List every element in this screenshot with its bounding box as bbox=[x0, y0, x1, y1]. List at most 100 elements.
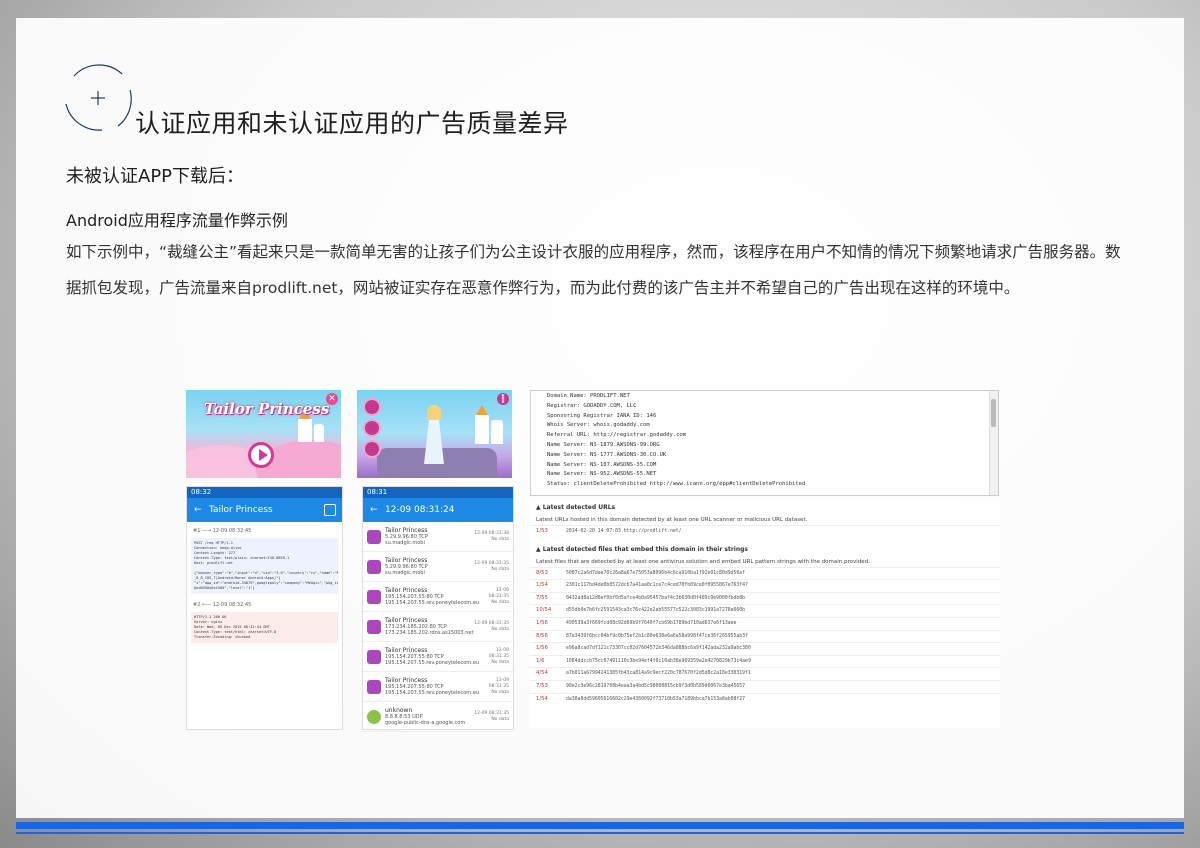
detection-score: 1/54 bbox=[536, 582, 548, 589]
detection-score: 1/53 bbox=[536, 528, 548, 534]
app-icon bbox=[367, 589, 381, 604]
detection-value: a7b011a67994241305fb43ca814a9c9ecf220c78… bbox=[566, 671, 751, 677]
app-icon bbox=[367, 619, 381, 634]
detection-score: 10/54 bbox=[536, 607, 552, 614]
detection-value: da30a0dd59605616602c29e4360092f73710b53a… bbox=[566, 696, 746, 702]
detection-value: 2301c117bd4de0b0572dcb7a41aa0c1ce7c4ced7… bbox=[566, 583, 748, 589]
urls-heading: ▲ Latest detected URLs bbox=[536, 504, 616, 511]
detection-score: 7/55 bbox=[536, 594, 548, 601]
row-data: No data bbox=[491, 599, 509, 605]
whois-panel: Domain Name: PRODLIFT.NET Registrar: GOD… bbox=[530, 390, 999, 496]
plus-circle-icon bbox=[65, 64, 132, 131]
connection-row[interactable]: Tailor Princess 195.154.207.55:80 TCP 195.… bbox=[363, 672, 513, 702]
app-icon bbox=[367, 649, 381, 664]
detection-row: 1/54 2301c117bd4de0b0572dcb7a41aa0c1ce7c4… bbox=[530, 579, 1000, 592]
request-header: #1 —→ 12-09 08:32:45 bbox=[193, 528, 252, 534]
body-paragraph: 如下示例中，“裁缝公主”看起来只是一款简单无害的让孩子们为公主设计衣服的应用程序… bbox=[66, 243, 1121, 297]
detection-value: e96a8cad7df121c73307cc02d7604572b346da08… bbox=[566, 646, 751, 652]
row-time: 12-09 08:31:35 bbox=[488, 587, 509, 599]
detection-value: 1084ddccb75cc07491110c3be94ef4f6c10ab36e… bbox=[566, 658, 751, 664]
row-data: No data bbox=[491, 659, 509, 665]
detection-value: 87e3439f6bcc04bf9c0b75ef2b1c80e638e6a6a5… bbox=[566, 633, 748, 639]
whois-text: Domain Name: PRODLIFT.NET Registrar: GOD… bbox=[547, 393, 806, 488]
row-host: 195.154.207.55.rev.poneytelecom.eu bbox=[385, 659, 479, 666]
subtitle: 未被认证APP下载后： bbox=[66, 166, 245, 187]
app-bar-title: Tailor Princess bbox=[209, 505, 273, 515]
row-host: su.madgic.mobi bbox=[385, 539, 425, 546]
row-data: No data bbox=[491, 716, 509, 722]
app-bar: ← 12-09 08:31:24 bbox=[363, 498, 513, 522]
detection-value: 2014-02-20 14:07:03 http://prodlift.net/ bbox=[566, 529, 682, 534]
app-icon bbox=[367, 679, 381, 694]
section-heading: Android应用程序流量作弊示例 bbox=[66, 211, 288, 230]
row-data: No data bbox=[491, 626, 509, 632]
row-time: 12-09 08:31:38 bbox=[474, 530, 509, 536]
files-desc: Latest files that are detected by at lea… bbox=[536, 558, 870, 565]
row-time: 12-09 08:31:35 bbox=[474, 620, 509, 626]
detection-score: 1/56 bbox=[536, 619, 548, 626]
detection-row: 7/53 90e2c3e96c2819708b4eaa3a4bd5c9800881… bbox=[530, 679, 1000, 693]
detection-value: 90e2c3e96c2819708b4eaa3a4bd5c98008815cb9… bbox=[566, 683, 746, 689]
detection-report: ▲ Latest detected URLs Latest URLs hoste… bbox=[530, 500, 1000, 728]
row-time: 12-09 08:31:35 bbox=[488, 677, 509, 689]
connection-row[interactable]: unknown 8.8.8.8:53 UDP google-public-dns-a… bbox=[363, 702, 513, 732]
connection-row[interactable]: Tailor Princess 5.29.9.96:80 TCP su.madgic… bbox=[363, 552, 513, 582]
detection-score: 8/56 bbox=[536, 632, 548, 639]
detection-score: 7/53 bbox=[536, 682, 548, 689]
detection-row: 1/56 490539a3f669fcd08c92d69b9f7640f7cb69… bbox=[530, 616, 1000, 630]
connection-row[interactable]: Tailor Princess 173.234.185.202:80 TCP 173… bbox=[363, 612, 513, 642]
detection-row: 7/55 0432ad8a12d8ef0bf0d5afce4b0a95457baf… bbox=[530, 591, 1000, 605]
connection-list-phone: 08:31 ← 12-09 08:31:24 Tailor Princess 5.… bbox=[362, 486, 514, 732]
footer-bar bbox=[16, 822, 1184, 829]
app-bar-title: 12-09 08:31:24 bbox=[385, 505, 455, 515]
connection-row[interactable]: Tailor Princess 5.29.9.96:80 TCP su.madgic… bbox=[363, 522, 513, 552]
response-header: #2 ←— 12-09 08:32:45 bbox=[193, 602, 252, 608]
detection-row: 10/54 d55db0e7b6fc2591543ca3c76c422e2ab55… bbox=[530, 604, 1000, 617]
detection-row: 1/53 2014-02-20 14:07:03 http://prodlift.… bbox=[530, 525, 1000, 538]
row-host: google-public-dns-a.google.com bbox=[385, 719, 466, 726]
detection-value: 490539a3f669fcd08c92d69b9f7640f7cb69b178… bbox=[566, 620, 737, 626]
detection-value: 5087c2a6d7dae70c26a8a67e75053a8096b4c6ca… bbox=[566, 570, 746, 576]
row-host: 195.154.207.55.rev.poneytelecom.eu bbox=[385, 689, 479, 696]
app-icon bbox=[367, 559, 381, 574]
princess-icon bbox=[424, 405, 444, 464]
urls-desc: Latest URLs hosted in this domain detect… bbox=[536, 517, 808, 523]
row-data: No data bbox=[491, 566, 509, 572]
detection-value: d55db0e7b6fc2591543ca3c76c422e2ab55577c5… bbox=[566, 608, 746, 614]
connection-row[interactable]: Tailor Princess 195.154.207.55:80 TCP 195.… bbox=[363, 642, 513, 672]
app-icon bbox=[367, 529, 381, 544]
scrollbar bbox=[989, 391, 998, 495]
detection-row: 1/6 1084ddccb75cc07491110c3be94ef4f6c10ab… bbox=[530, 654, 1000, 668]
status-bar: 08:31 bbox=[363, 487, 513, 498]
detection-row: 4/54 a7b011a67994241305fb43ca814a9c9ecf22… bbox=[530, 667, 1000, 680]
footer-line bbox=[16, 832, 1184, 834]
status-bar: 08:32 bbox=[187, 487, 342, 498]
pause-icon: ‖ bbox=[497, 393, 509, 405]
detection-value: 0432ad8a12d8ef0bf0d5afce4b0a95457baf4c3b… bbox=[566, 595, 746, 601]
row-time: 12-09 08:31:35 bbox=[474, 710, 509, 716]
play-icon bbox=[248, 442, 274, 468]
row-host: su.madgic.mobi bbox=[385, 569, 425, 576]
back-icon: ← bbox=[194, 505, 202, 515]
game-dressing-screen: ‖ bbox=[357, 390, 512, 478]
app-icon bbox=[367, 709, 381, 724]
connection-list: Tailor Princess 5.29.9.96:80 TCP su.madgic… bbox=[363, 522, 513, 732]
game-logo: Tailor Princess bbox=[204, 400, 330, 418]
connection-row[interactable]: Tailor Princess 195.154.207.55:80 TCP 195.… bbox=[363, 582, 513, 612]
detection-score: 4/54 bbox=[536, 670, 548, 677]
detection-score: 1/54 bbox=[536, 695, 548, 702]
row-host: 195.154.207.55.rev.poneytelecom.eu bbox=[385, 599, 479, 606]
detection-row: 8/56 87e3439f6bcc04bf9c0b75ef2b1c80e638e6… bbox=[530, 629, 1000, 643]
row-time: 12-09 08:31:35 bbox=[488, 647, 509, 659]
row-host: 173.234.185.202.rdns.as15003.net bbox=[385, 629, 474, 636]
share-icon bbox=[324, 504, 336, 516]
packet-capture-phone: 08:32 ← Tailor Princess #1 —→ 12-09 08:3… bbox=[186, 486, 343, 730]
game-title-screen: Tailor Princess ✕ bbox=[186, 390, 341, 478]
detection-row: 1/54 da30a0dd59605616602c29e4360092f73710… bbox=[530, 692, 1000, 706]
detection-row: 8/53 5087c2a6d7dae70c26a8a67e75053a8096b4… bbox=[530, 566, 1000, 580]
row-time: 12-09 08:31:35 bbox=[474, 560, 509, 566]
detection-row: 1/56 e96a8cad7df121c73307cc02d7604572b346… bbox=[530, 642, 1000, 655]
page-title: 认证应用和未认证应用的广告质量差异 bbox=[135, 109, 569, 138]
detection-score: 1/56 bbox=[536, 645, 548, 652]
close-icon: ✕ bbox=[326, 393, 338, 405]
